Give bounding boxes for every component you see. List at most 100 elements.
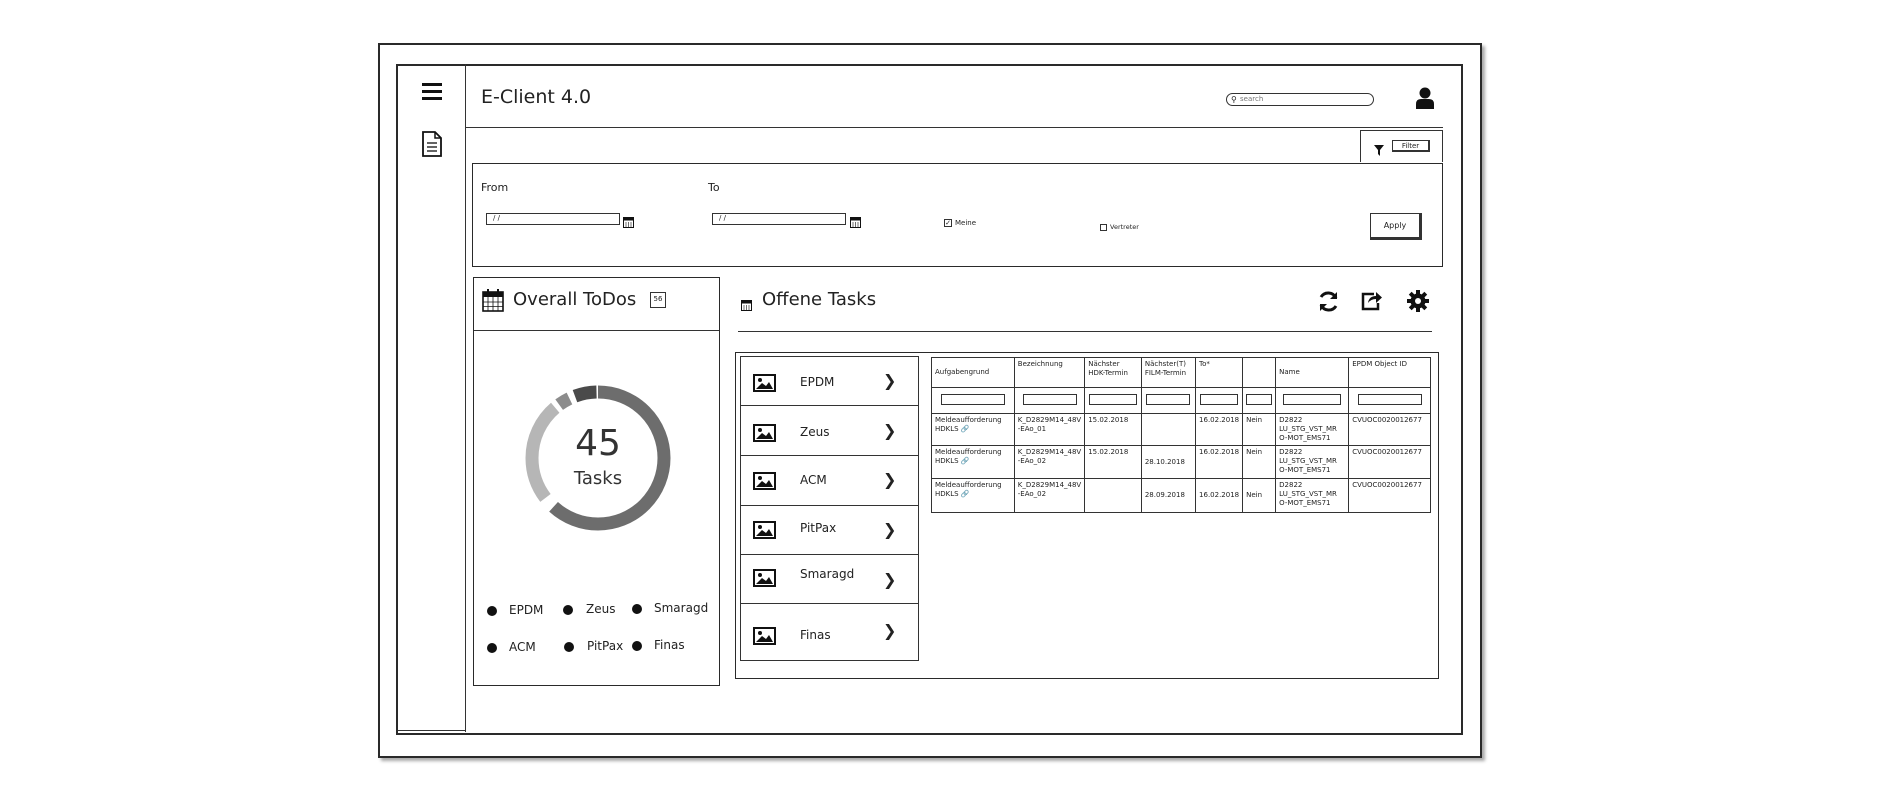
column-header[interactable]: Nächster HDK-Termin [1084, 357, 1142, 388]
list-item-label: Smaragd [800, 567, 855, 581]
table-cell: 16.02.2018 [1195, 445, 1244, 479]
link-icon[interactable]: 🔗 [961, 490, 970, 498]
list-item-acm[interactable]: ACM ❯ [741, 457, 918, 506]
image-icon [753, 424, 776, 446]
filter-button[interactable]: Filter [1392, 140, 1430, 152]
legend-dot-finas [632, 641, 642, 651]
search-input[interactable] [1240, 94, 1365, 104]
legend-label-epdm: EPDM [509, 603, 544, 617]
sidebar-bottom [398, 730, 466, 731]
table-row[interactable]: Meldeaufforderung HDKLS 🔗 K_D2829M14_48V… [931, 478, 1431, 513]
todos-badge: 56 [650, 292, 666, 308]
table-cell: CVUOC0020012677 [1348, 478, 1431, 513]
column-header[interactable]: Aufgabengrund [931, 357, 1015, 388]
column-filter-input[interactable] [1283, 393, 1342, 405]
settings-gear-icon[interactable] [1407, 290, 1429, 312]
column-filter-input[interactable] [1357, 393, 1422, 405]
to-label: To [708, 181, 720, 194]
column-header[interactable]: Nächster(T) FILM-Termin [1140, 357, 1197, 388]
column-header[interactable]: To* [1195, 357, 1244, 388]
table-cell: 28.09.2018 [1140, 478, 1197, 513]
tasks-header-divider [738, 331, 1432, 332]
legend-dot-pitpax [564, 642, 574, 652]
table-cell [1084, 478, 1142, 513]
legend-label-pitpax: PitPax [587, 639, 624, 653]
column-header[interactable]: Name [1275, 357, 1350, 388]
image-icon [753, 569, 776, 591]
column-filter-input[interactable] [940, 393, 1005, 405]
legend-label-zeus: Zeus [586, 602, 616, 616]
chevron-right-icon: ❯ [883, 621, 897, 640]
legend-label-finas: Finas [654, 638, 685, 652]
table-cell: 16.02.2018 [1195, 478, 1244, 513]
column-filter-input[interactable] [1146, 393, 1191, 405]
search-box[interactable]: ⚲ [1226, 93, 1374, 106]
apply-button-label: Apply [1383, 221, 1407, 230]
column-filter-input[interactable] [1022, 393, 1077, 405]
list-item-label: Finas [800, 628, 831, 642]
column-filter-input[interactable] [1246, 393, 1273, 405]
image-icon [753, 521, 776, 543]
tasks-calendar-icon [741, 296, 752, 311]
todos-title: Overall ToDos [513, 289, 637, 310]
filter-icon [1374, 141, 1384, 156]
chevron-right-icon: ❯ [883, 570, 897, 589]
table-cell: Nein [1242, 413, 1277, 446]
user-icon[interactable] [1415, 87, 1435, 109]
meine-label: Meine [955, 219, 977, 227]
table-cell: Meldeaufforderung HDKLS 🔗 [931, 478, 1015, 513]
table-cell [1140, 413, 1197, 446]
todos-total: 45 [575, 423, 621, 464]
link-icon[interactable]: 🔗 [961, 457, 970, 465]
list-item-label: EPDM [800, 375, 835, 389]
column-header[interactable]: EPDM Object ID [1348, 357, 1431, 388]
list-item-label: Zeus [800, 425, 830, 439]
document-icon[interactable] [421, 131, 443, 157]
from-date-input[interactable]: / / [486, 213, 620, 225]
system-list: EPDM ❯ Zeus ❯ ACM ❯ PitPax ❯ Smaragd ❯ F… [740, 356, 919, 661]
meine-checkbox[interactable]: ✓ [944, 219, 952, 227]
column-header[interactable]: Bezeichnung [1013, 357, 1086, 388]
list-item-finas[interactable]: Finas ❯ [741, 605, 918, 660]
refresh-icon[interactable] [1317, 290, 1340, 313]
image-icon [753, 627, 776, 649]
table-cell: D2822 LU_STG_VST_MR O-MOT_EMS71 [1275, 413, 1350, 446]
legend-label-smaragd: Smaragd [654, 601, 709, 615]
list-item-epdm[interactable]: EPDM ❯ [741, 357, 918, 406]
list-item-smaragd[interactable]: Smaragd ❯ [741, 555, 918, 604]
column-filter-input[interactable] [1200, 393, 1239, 405]
from-calendar-icon[interactable] [623, 213, 634, 228]
chevron-right-icon: ❯ [883, 371, 897, 390]
hamburger-menu-icon[interactable] [422, 83, 442, 101]
share-icon[interactable] [1359, 288, 1383, 312]
tasks-title: Offene Tasks [762, 289, 877, 310]
header-divider [466, 127, 1443, 128]
sidebar-divider [465, 64, 466, 732]
table-cell: K_D2829M14_48V -EAo_02 [1013, 478, 1086, 513]
legend-dot-smaragd [632, 604, 642, 614]
table-row[interactable]: Meldeaufforderung HDKLS 🔗 K_D2829M14_48V… [931, 445, 1431, 479]
table-cell: D2822 LU_STG_VST_MR O-MOT_EMS71 [1275, 478, 1350, 513]
image-icon [753, 374, 776, 396]
list-item-zeus[interactable]: Zeus ❯ [741, 407, 918, 456]
list-item-pitpax[interactable]: PitPax ❯ [741, 506, 918, 555]
vertreter-checkbox[interactable] [1100, 224, 1107, 231]
column-filter-input[interactable] [1089, 393, 1138, 405]
to-date-input[interactable]: / / [712, 213, 846, 225]
table-cell: D2822 LU_STG_VST_MR O-MOT_EMS71 [1275, 445, 1350, 479]
chevron-right-icon: ❯ [883, 470, 897, 489]
column-header[interactable] [1242, 357, 1277, 388]
table-filter-row [931, 387, 1431, 414]
table-cell: Nein [1242, 478, 1277, 513]
table-row[interactable]: Meldeaufforderung HDKLS 🔗 K_D2829M14_48V… [931, 413, 1431, 446]
filter-button-label: Filter [1401, 142, 1420, 150]
apply-button[interactable]: Apply [1370, 213, 1422, 240]
todos-header-divider [474, 330, 719, 331]
to-date-value: / / [719, 214, 726, 222]
table-header-row: Aufgabengrund Bezeichnung Nächster HDK-T… [931, 357, 1431, 388]
tasks-table: Aufgabengrund Bezeichnung Nächster HDK-T… [931, 357, 1431, 513]
table-cell: 28.10.2018 [1140, 445, 1197, 479]
vertreter-label: Vertreter [1110, 223, 1139, 231]
link-icon[interactable]: 🔗 [961, 425, 970, 433]
to-calendar-icon[interactable] [850, 213, 861, 228]
